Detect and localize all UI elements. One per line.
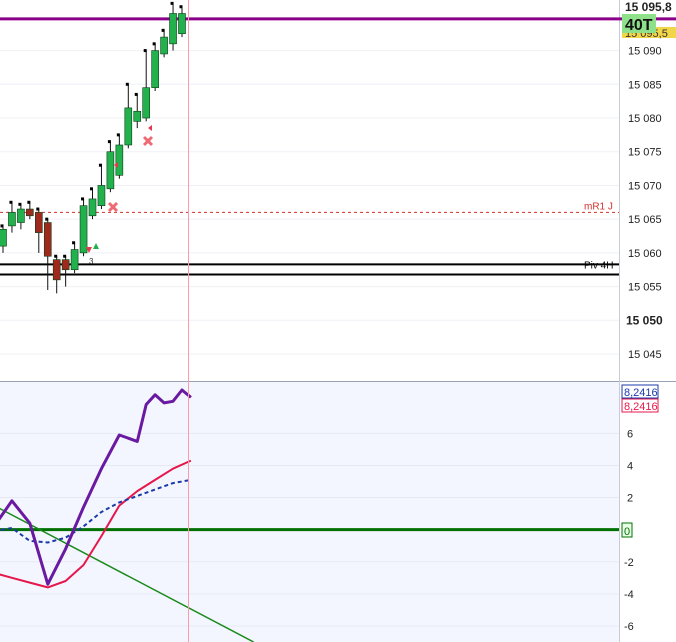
candle-high-marker bbox=[72, 241, 76, 245]
price-tick-label: 15 070 bbox=[628, 180, 662, 192]
candle-high-marker bbox=[125, 82, 129, 86]
candle-high-marker bbox=[63, 254, 67, 258]
bull-candle-body bbox=[178, 13, 186, 35]
candle-high-marker bbox=[0, 224, 4, 228]
bull-candle-body bbox=[115, 144, 124, 176]
osc-tick-label: 4 bbox=[627, 460, 633, 472]
bear-candle-body bbox=[43, 222, 52, 257]
bull-candle-body bbox=[169, 13, 177, 45]
price-tick-label: 15 090 bbox=[628, 46, 662, 58]
candle-high-marker bbox=[116, 133, 120, 137]
bull-candle-body bbox=[106, 151, 115, 190]
candle-high-marker bbox=[9, 200, 13, 204]
price-tick-label: 15 050 bbox=[626, 313, 663, 327]
bear-candle-body bbox=[34, 212, 43, 233]
pivot-level-label: Piv 4H bbox=[584, 260, 613, 271]
candle-high-marker bbox=[152, 42, 156, 46]
price-tick-label: 15 085 bbox=[628, 79, 662, 91]
bull-candle-body bbox=[124, 107, 133, 146]
candle-high-marker bbox=[36, 207, 40, 211]
timeframe-badge-text: 40T bbox=[625, 17, 653, 34]
candle-high-marker bbox=[98, 163, 102, 167]
candle-high-marker bbox=[143, 49, 147, 53]
candle[interactable] bbox=[79, 197, 88, 257]
signal-count-label: 3 bbox=[89, 257, 94, 266]
trading-chart[interactable]: mR1 JPiv 4H 3 15 095,8 15 095,5 40T 15 0… bbox=[0, 0, 676, 642]
bull-candle-body bbox=[70, 249, 79, 271]
osc-tick-label: 2 bbox=[627, 493, 633, 505]
candle-high-marker bbox=[90, 187, 93, 191]
osc-zero-badge: 0 bbox=[624, 526, 630, 538]
bull-candle-body bbox=[133, 110, 142, 122]
bear-candle-body bbox=[52, 259, 61, 281]
price-tick-label: 15 065 bbox=[628, 214, 662, 226]
bull-candle-body bbox=[160, 36, 168, 55]
oscillator-panel-bg[interactable] bbox=[0, 382, 619, 642]
osc-tick-label: 6 bbox=[627, 428, 633, 440]
osc-value-badge-1: 8,2416 bbox=[624, 387, 658, 399]
bull-candle-body bbox=[151, 50, 159, 88]
bear-candle-body bbox=[61, 259, 70, 271]
candle-high-marker bbox=[107, 140, 111, 144]
bull-candle-body bbox=[0, 228, 7, 247]
candle-high-marker bbox=[54, 254, 58, 258]
price-top-label: 15 095,8 bbox=[625, 0, 672, 14]
candle-high-marker bbox=[179, 5, 183, 9]
price-tick-label: 15 075 bbox=[628, 147, 662, 159]
bear-candle-body bbox=[26, 208, 34, 217]
bull-candle-body bbox=[97, 185, 106, 206]
price-tick-label: 15 045 bbox=[628, 349, 662, 361]
osc-tick-label: -6 bbox=[624, 621, 634, 633]
candle-high-marker bbox=[18, 202, 22, 206]
bull-candle-body bbox=[142, 87, 150, 119]
mr1-level-label: mR1 J bbox=[584, 201, 613, 212]
price-tick-label: 15 060 bbox=[628, 248, 662, 260]
price-tick-label: 15 055 bbox=[628, 282, 662, 294]
candle-high-marker bbox=[81, 197, 85, 201]
candle-high-marker bbox=[27, 200, 31, 204]
osc-tick-label: -2 bbox=[624, 557, 634, 569]
candle-high-marker bbox=[170, 1, 174, 5]
bull-candle-body bbox=[79, 205, 88, 254]
candle-high-marker bbox=[161, 28, 165, 32]
bull-candle-body bbox=[17, 208, 25, 223]
timeframe-badge: 40T bbox=[622, 14, 656, 34]
osc-tick-label: -4 bbox=[624, 589, 634, 601]
candle-high-marker bbox=[45, 217, 49, 221]
candle-high-marker bbox=[134, 92, 138, 96]
bull-candle-body bbox=[8, 212, 16, 227]
osc-value-badge-2: 8,2416 bbox=[624, 401, 658, 413]
price-tick-label: 15 080 bbox=[628, 113, 662, 125]
bull-candle-body bbox=[88, 198, 97, 217]
